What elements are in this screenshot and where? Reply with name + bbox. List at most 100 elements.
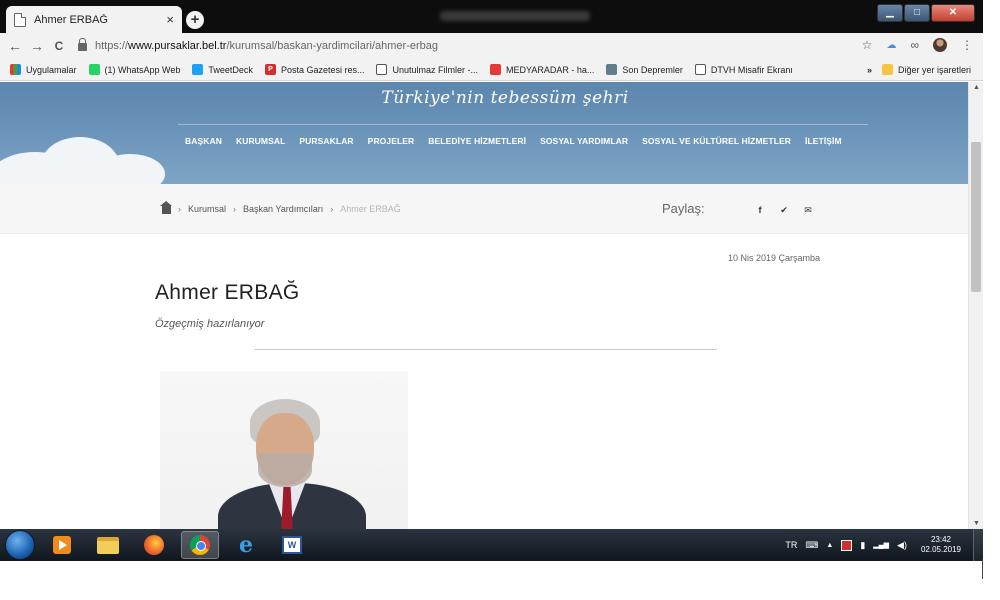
taskbar-file-explorer[interactable] [89, 531, 127, 559]
url-scheme: https:// [95, 40, 129, 52]
back-icon[interactable]: ← [4, 38, 26, 54]
infinity-icon[interactable]: ∞ [910, 38, 919, 52]
toolbar-right: ☆ ☁ ∞ ⋮ [862, 38, 973, 52]
bookmark-posta[interactable]: P Posta Gazetesi res... [264, 64, 364, 75]
cloud-decoration [95, 154, 165, 184]
battery-icon[interactable]: ▮ [860, 540, 865, 551]
nav-iletisim[interactable]: İLETİŞİM [805, 136, 842, 146]
nav-pursaklar[interactable]: PURSAKLAR [299, 136, 353, 146]
tab-close-icon[interactable]: × [166, 12, 174, 27]
bookmark-label: MEDYARADAR - ha... [506, 64, 595, 75]
bookmark-unutulmaz[interactable]: Unutulmaz Filmler -... [376, 64, 478, 75]
bookmarks-more-button[interactable]: » [867, 65, 872, 75]
medyaradar-icon [490, 64, 501, 75]
taskbar-media-player[interactable] [43, 531, 81, 559]
new-tab-button[interactable]: + [186, 11, 204, 29]
nav-projeler[interactable]: PROJELER [368, 136, 415, 146]
breadcrumb-separator: › [178, 204, 181, 214]
bookmark-label: Unutulmaz Filmler -... [392, 64, 478, 75]
show-desktop-button[interactable] [973, 529, 983, 561]
scroll-down-icon[interactable]: ▼ [969, 520, 984, 527]
bookmark-tweetdeck[interactable]: TweetDeck [192, 64, 253, 75]
url-host: www.pursaklar.bel.tr [128, 40, 227, 52]
system-tray: TR ⌨ ▲ ▮ ▂▄▆ ◀) 23:42 02.05.2019 [785, 529, 961, 561]
screen-edge [982, 559, 983, 579]
browser-tab[interactable]: Ahmer ERBAĞ × [6, 6, 182, 33]
bookmark-uygulamalar[interactable]: Uygulamalar [10, 64, 77, 75]
taskbar-word[interactable]: W [273, 531, 311, 559]
blurred-window-title [440, 11, 590, 21]
breadcrumb-baskan-yardimcilari[interactable]: Başkan Yardımcıları [243, 204, 323, 214]
page-title: Ahmer ERBAĞ [155, 281, 300, 304]
page-icon [14, 12, 26, 27]
share-icons: f ✔ ✉ [752, 203, 816, 217]
media-player-icon [53, 536, 71, 554]
scroll-thumb[interactable] [971, 142, 981, 292]
breadcrumb-separator: › [233, 204, 237, 214]
taskbar-internet-explorer[interactable]: e [227, 531, 265, 559]
taskbar-chrome[interactable] [181, 531, 219, 559]
nav-sosyal-yardimlar[interactable]: SOSYAL YARDIMLAR [540, 136, 628, 146]
bookmark-label: TweetDeck [208, 64, 253, 75]
breadcrumb: › Kurumsal › Başkan Yardımcıları › Ahmer… [160, 201, 401, 214]
language-indicator[interactable]: TR [785, 540, 797, 550]
close-window-button[interactable]: ✕ [931, 4, 975, 22]
bookmark-dtvh[interactable]: DTVH Misafir Ekranı [694, 64, 793, 75]
apps-icon [10, 64, 21, 75]
clock-date: 02.05.2019 [920, 545, 961, 554]
nav-baskan[interactable]: BAŞKAN [185, 136, 222, 146]
clock-time: 23:42 [930, 535, 951, 544]
breadcrumb-current: Ahmer ERBAĞ [340, 204, 401, 214]
bookmark-son-depremler[interactable]: Son Depremler [606, 64, 683, 75]
menu-icon[interactable]: ⋮ [961, 38, 973, 52]
nav-belediye-hizmetleri[interactable]: BELEDİYE HİZMETLERİ [428, 136, 526, 146]
window-controls: ▁ □ ✕ [877, 4, 975, 22]
screen: Ahmer ERBAĞ × + ▁ □ ✕ ← → C https:// www… [0, 0, 1000, 600]
folder-icon [97, 536, 119, 554]
address-bar[interactable]: https:// www.pursaklar.bel.tr /kurumsal/… [78, 38, 838, 52]
bookmarks-right: » Diğer yer işaretleri [867, 64, 971, 75]
internet-explorer-icon: e [239, 532, 253, 558]
forward-icon[interactable]: → [26, 38, 48, 54]
page-scrollbar[interactable]: ▲ ▼ [968, 82, 983, 529]
bio-status: Özgeçmiş hazırlanıyor [155, 318, 265, 330]
publish-date: 10 Nis 2019 Çarşamba [728, 253, 821, 263]
antivirus-icon[interactable] [841, 539, 853, 551]
star-icon[interactable]: ☆ [862, 38, 873, 52]
reload-icon[interactable]: C [48, 39, 70, 53]
clock[interactable]: 23:42 02.05.2019 [921, 535, 961, 555]
other-bookmarks[interactable]: Diğer yer işaretleri [881, 64, 971, 75]
banner-divider [178, 124, 868, 125]
bookmark-label: (1) WhatsApp Web [104, 64, 181, 75]
start-button[interactable] [5, 530, 35, 560]
word-icon: W [282, 536, 302, 554]
avatar[interactable] [933, 38, 947, 52]
bookmark-whatsapp[interactable]: (1) WhatsApp Web [88, 64, 181, 75]
email-icon[interactable]: ✉ [800, 203, 816, 217]
volume-icon[interactable]: ◀) [897, 540, 907, 551]
taskbar-firefox[interactable] [135, 531, 173, 559]
bookmark-label: DTVH Misafir Ekranı [710, 64, 793, 75]
chrome-icon [190, 535, 210, 555]
bookmarks-bar: Uygulamalar (1) WhatsApp Web TweetDeck P… [0, 59, 983, 81]
maximize-button[interactable]: □ [904, 4, 930, 22]
twitter-icon[interactable]: ✔ [776, 203, 792, 217]
keyboard-icon[interactable]: ⌨ [805, 540, 818, 551]
breadcrumb-kurumsal[interactable]: Kurumsal [188, 204, 226, 214]
facebook-icon[interactable]: f [752, 203, 768, 217]
site-header-banner: Türkiye'nin tebessüm şehri BAŞKAN KURUMS… [0, 82, 968, 184]
home-icon[interactable] [160, 201, 172, 214]
show-hidden-icons-button[interactable]: ▲ [826, 542, 833, 549]
nav-kurumsal[interactable]: KURUMSAL [236, 136, 285, 146]
site-slogan: Türkiye'nin tebessüm şehri [381, 88, 629, 108]
minimize-button[interactable]: ▁ [877, 4, 903, 22]
tab-title: Ahmer ERBAĞ [34, 13, 108, 26]
scroll-up-icon[interactable]: ▲ [969, 84, 984, 91]
bookmark-medyaradar[interactable]: MEDYARADAR - ha... [490, 64, 594, 75]
signal-icon[interactable]: ▂▄▆ [873, 541, 889, 549]
nav-sosyal-kulturel[interactable]: SOSYAL VE KÜLTÜREL HİZMETLER [642, 136, 791, 146]
share-label: Paylaş: [662, 201, 705, 216]
lock-icon [78, 38, 87, 51]
cloud-icon[interactable]: ☁ [886, 40, 896, 51]
main-navigation: BAŞKAN KURUMSAL PURSAKLAR PROJELER BELED… [185, 136, 842, 146]
